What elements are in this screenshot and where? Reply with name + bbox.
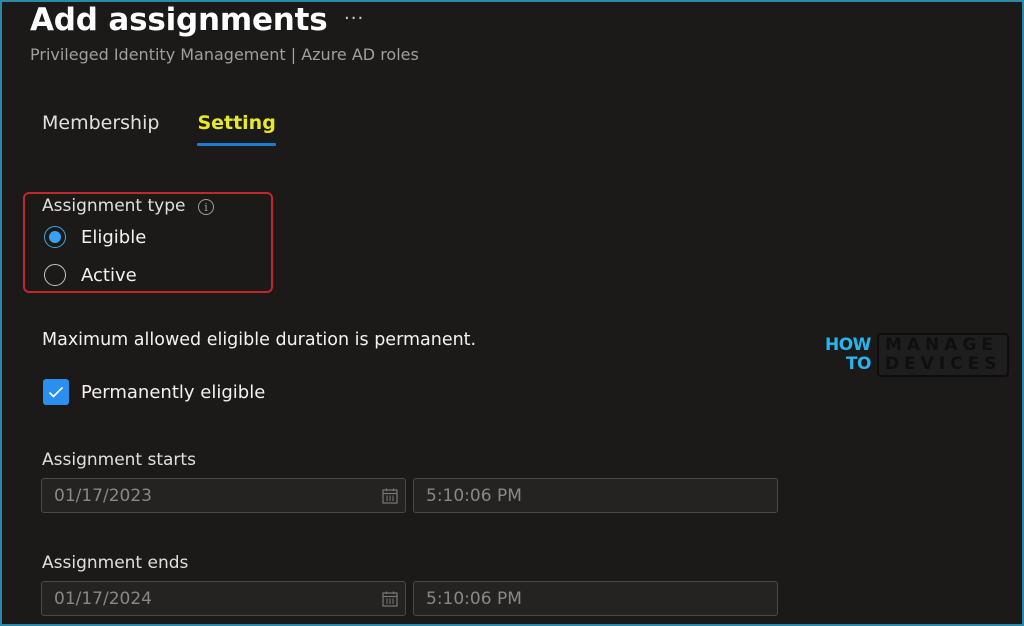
radio-active[interactable]: Active	[44, 264, 137, 286]
assignment-ends-label: Assignment ends	[42, 553, 189, 573]
watermark-logo: HOW TO MANAGE DEVICES	[825, 333, 1010, 377]
end-date-value: 01/17/2024	[54, 588, 152, 609]
assignment-type-label: Assignment type	[42, 196, 186, 216]
logo-text-devices: DEVICES	[884, 354, 1002, 374]
logo-manage-devices: MANAGE DEVICES	[876, 333, 1010, 377]
page-title: Add assignments	[30, 2, 328, 38]
info-icon[interactable]: i	[198, 199, 214, 215]
duration-notice: Maximum allowed eligible duration is per…	[42, 330, 477, 350]
radio-eligible[interactable]: Eligible	[44, 226, 146, 248]
checkmark-icon	[48, 386, 64, 398]
window-frame	[0, 0, 1024, 626]
tab-membership[interactable]: Membership	[42, 112, 159, 146]
breadcrumb-subtitle: Privileged Identity Management | Azure A…	[30, 45, 419, 64]
checkbox-checked[interactable]	[43, 379, 69, 405]
permanently-eligible-checkbox-row[interactable]: Permanently eligible	[43, 379, 265, 405]
end-date-input[interactable]: 01/17/2024	[41, 581, 406, 616]
start-date-input[interactable]: 01/17/2023	[41, 478, 406, 513]
logo-how-to: HOW TO	[825, 336, 871, 374]
assignment-starts-label: Assignment starts	[42, 450, 196, 470]
checkbox-label: Permanently eligible	[81, 381, 266, 403]
calendar-icon[interactable]	[381, 590, 399, 608]
start-date-value: 01/17/2023	[54, 485, 152, 506]
calendar-icon[interactable]	[381, 487, 399, 505]
radio-label: Eligible	[81, 226, 147, 248]
start-time-value: 5:10:06 PM	[426, 485, 522, 506]
more-options-button[interactable]: ···	[344, 8, 364, 29]
tab-setting[interactable]: Setting	[197, 112, 277, 146]
start-time-input[interactable]: 5:10:06 PM	[413, 478, 778, 513]
tab-bar: Membership Setting	[42, 112, 314, 146]
logo-text-to: TO	[845, 354, 872, 374]
radio-label: Active	[81, 264, 137, 286]
radio-button[interactable]	[44, 264, 66, 286]
logo-text-how: HOW	[825, 335, 871, 355]
logo-text-manage: MANAGE	[884, 335, 998, 355]
radio-button-checked[interactable]	[44, 226, 66, 248]
end-time-value: 5:10:06 PM	[426, 588, 522, 609]
end-time-input[interactable]: 5:10:06 PM	[413, 581, 778, 616]
